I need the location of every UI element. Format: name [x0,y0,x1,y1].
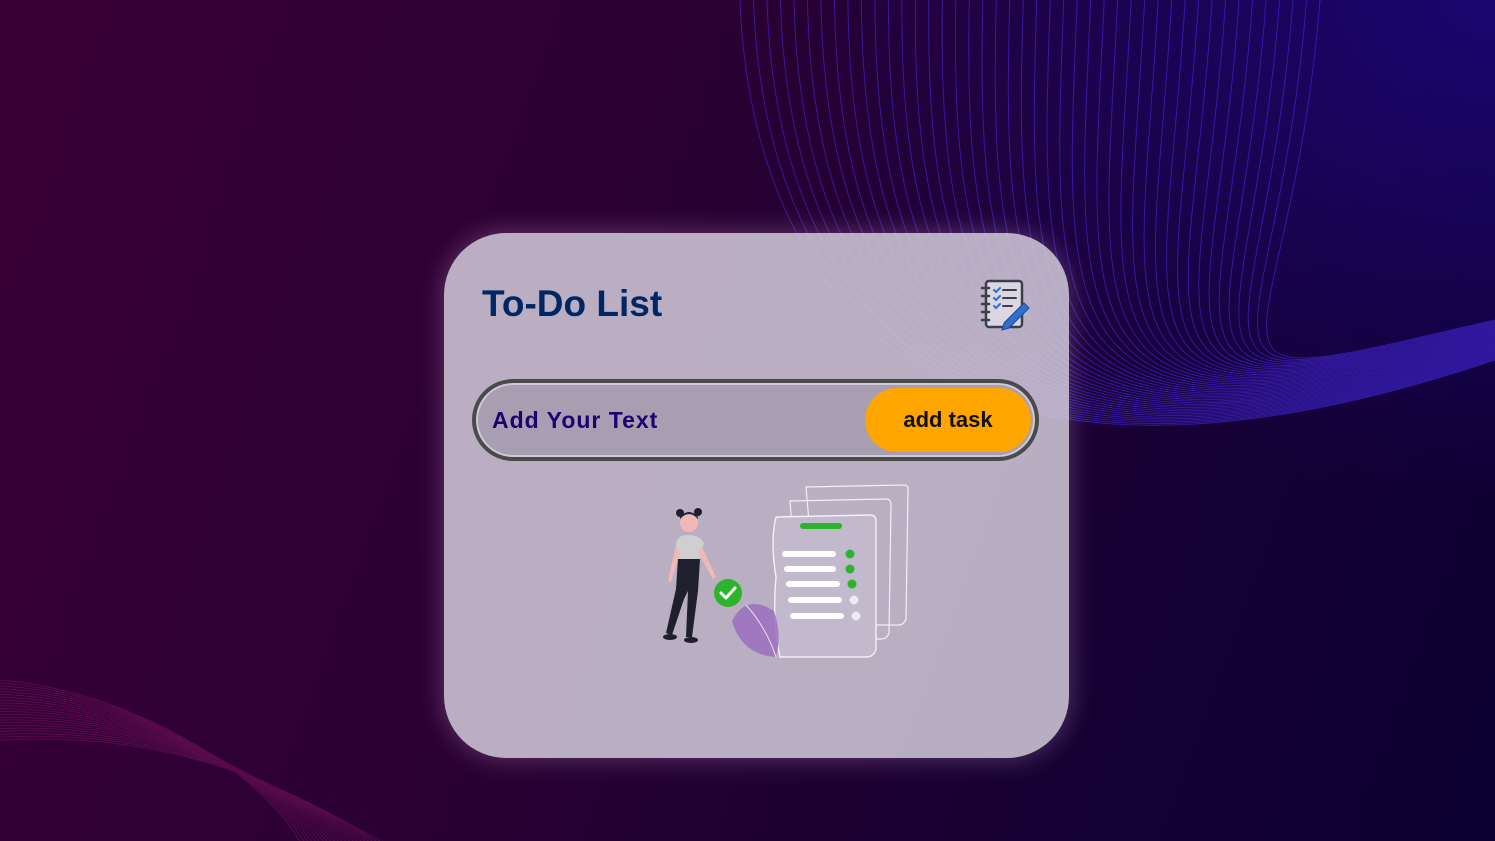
task-input-row: add task [472,379,1039,461]
add-task-button[interactable]: add task [865,388,1031,452]
page-title: To-Do List [482,283,663,324]
wave-line [1177,0,1495,373]
wave-line [1218,0,1495,366]
wave-line [1096,0,1495,383]
wave-line [1046,0,1495,390]
wave-line [1071,0,1495,386]
wave-line [1208,0,1495,368]
wave-line [1238,0,1495,363]
wave-line [0,688,312,841]
wave-line [1198,0,1495,369]
wave-line [1266,0,1495,359]
wave-line [0,679,301,841]
wave-line [0,702,331,841]
wave-line [1084,0,1495,385]
wave-line [1187,0,1495,371]
wave-line [1108,0,1495,382]
wave-line [1120,0,1495,380]
wave-line [0,738,381,841]
wave-line [0,682,305,841]
wave-line [1007,0,1495,394]
task-input[interactable] [492,391,852,449]
wave-line [1257,0,1495,360]
wave-line [0,699,328,841]
wave-line [0,713,347,841]
todo-card: To-Do List add task [444,233,1069,758]
wave-line [0,685,309,841]
wave-line [0,690,316,841]
wave-line [994,0,1495,396]
wave-line [0,733,373,841]
wave-line [0,716,350,841]
wave-line [0,696,324,841]
wave-line [0,693,320,841]
wave-line [0,705,335,841]
woman-with-checklist-illustration [663,484,909,658]
wave-line [0,735,377,841]
wave-line [0,710,343,841]
wave-line [1132,0,1495,379]
wave-line [1033,0,1495,391]
wave-line [0,722,358,841]
wave-line [1166,0,1495,374]
wave-line [0,730,369,841]
wave-line [1020,0,1495,393]
wave-line [1059,0,1495,388]
wave-line [1154,0,1495,376]
notebook-checklist-icon [980,279,1030,331]
wave-line [1228,0,1495,365]
wave-line [0,719,354,841]
wave-line [1143,0,1495,377]
wave-line [0,708,339,841]
wave-line [0,727,366,841]
wave-line [1247,0,1495,362]
wave-line [0,724,362,841]
